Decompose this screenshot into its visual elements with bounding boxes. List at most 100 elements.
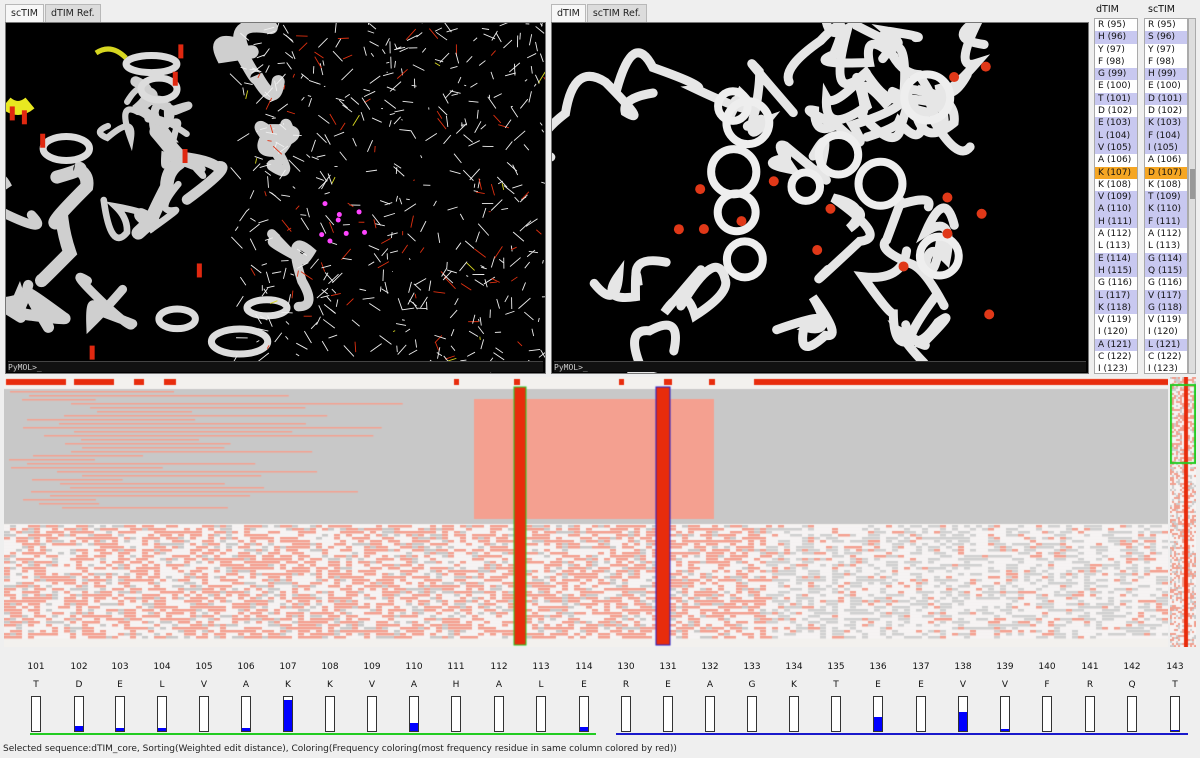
sctim-residue-item[interactable]: T (109) [1145,191,1187,204]
sctim-residue-item[interactable]: G (118) [1145,301,1187,315]
tab-dtim-ref[interactable]: dTIM Ref. [44,4,101,22]
sctim-residue-item[interactable]: D (101) [1145,92,1187,106]
right-structure-viewer[interactable]: PyMOL>_ [551,22,1089,374]
frequency-bar [1042,696,1052,732]
group1-underline [30,733,596,735]
sctim-residue-item[interactable]: F (111) [1145,215,1187,229]
frequency-bar-fill [75,725,83,731]
position-residue: E [117,680,123,690]
matrix-overview-minimap[interactable] [1170,377,1196,647]
dtim-residue-item[interactable]: Y (97) [1095,44,1137,56]
dtim-residue-item[interactable]: I (123) [1095,363,1137,373]
tab-sctim-ref[interactable]: scTIM Ref. [586,4,647,22]
sctim-residue-item[interactable]: L (113) [1145,240,1187,252]
dtim-residue-item[interactable]: G (99) [1095,68,1137,81]
sctim-residue-item[interactable]: K (110) [1145,203,1187,216]
dtim-residue-item[interactable]: R (95) [1095,19,1137,31]
frequency-bar [747,696,757,732]
position-residue: R [622,680,630,690]
sctim-residue-item[interactable]: C (122) [1145,351,1187,363]
sctim-residue-item[interactable]: S (96) [1145,31,1187,44]
sctim-residue-item[interactable]: V (119) [1145,314,1187,326]
position-number: 137 [912,662,930,672]
dtim-residue-item[interactable]: E (103) [1095,117,1137,130]
frequency-bar [705,696,715,732]
sctim-residue-list[interactable]: R (95) S (96) Y (97) F (98) H (99) E (100) D (… [1144,18,1188,374]
dtim-residue-item[interactable]: T (101) [1095,92,1137,106]
sctim-residue-item[interactable]: F (104) [1145,129,1187,142]
position-residue: G [748,680,756,690]
position-number: 109 [363,662,381,672]
position-residue: H [452,680,460,690]
dtim-residue-item[interactable]: A (121) [1095,338,1137,352]
dtim-residue-item[interactable]: L (113) [1095,240,1137,252]
dtim-residue-item[interactable]: A (106) [1095,154,1137,166]
scrollbar-thumb[interactable] [1190,169,1195,199]
sctim-residue-item[interactable]: F (98) [1145,56,1187,68]
sctim-residue-item[interactable]: L (121) [1145,338,1187,352]
sctim-residue-item[interactable]: A (112) [1145,228,1187,240]
dtim-residue-item[interactable]: I (120) [1095,326,1137,338]
frequency-bar [409,696,419,732]
dtim-residue-item[interactable]: V (109) [1095,191,1137,204]
right-pymol-prompt[interactable]: PyMOL>_ [554,361,1086,372]
sctim-residue-item[interactable]: D (102) [1145,105,1187,117]
frequency-bar [958,696,968,732]
frequency-bar [579,696,589,732]
dtim-residue-item[interactable]: K (118) [1095,301,1137,315]
tab-sctim[interactable]: scTIM [5,4,44,22]
frequency-bar [157,696,167,732]
dtim-residue-item[interactable]: D (102) [1095,105,1137,117]
dtim-residue-item[interactable]: V (105) [1095,141,1137,155]
position-number: 103 [111,662,129,672]
sctim-residue-item[interactable]: R (95) [1145,19,1187,31]
dtim-residue-item[interactable]: H (96) [1095,31,1137,44]
dtim-residue-item[interactable]: H (115) [1095,264,1137,278]
dtim-residue-item[interactable]: V (119) [1095,314,1137,326]
dtim-residue-item[interactable]: A (112) [1095,228,1137,240]
dtim-residue-item[interactable]: E (100) [1095,80,1137,92]
sctim-residue-item[interactable]: I (120) [1145,326,1187,338]
left-structure-viewer[interactable]: PyMOL>_ [5,22,546,374]
position-residue: E [665,680,671,690]
dtim-residue-item[interactable]: K (107) [1095,166,1137,179]
dtim-residue-item[interactable]: L (104) [1095,129,1137,142]
sctim-residue-item[interactable]: D (107) [1145,166,1187,179]
frequency-bar-fill [959,712,967,731]
sctim-residue-item[interactable]: K (103) [1145,117,1187,130]
sctim-residue-item[interactable]: V (117) [1145,289,1187,302]
sctim-residue-item[interactable]: A (106) [1145,154,1187,166]
sctim-residue-item[interactable]: K (108) [1145,179,1187,191]
frequency-bar [74,696,84,732]
alignment-matrix[interactable] [4,377,1168,647]
left-pymol-prompt[interactable]: PyMOL>_ [8,361,543,372]
sctim-residue-item[interactable]: Q (115) [1145,264,1187,278]
position-residue: T [33,680,39,690]
dtim-residue-item[interactable]: F (98) [1095,56,1137,68]
dtim-residue-item[interactable]: A (110) [1095,203,1137,216]
position-residue: K [791,680,797,690]
sctim-residue-item[interactable]: I (123) [1145,363,1187,373]
position-number: 131 [659,662,677,672]
sctim-residue-item[interactable]: I (105) [1145,141,1187,155]
sctim-residue-item[interactable]: E (100) [1145,80,1187,92]
dtim-residue-item[interactable]: K (108) [1095,179,1137,191]
dtim-residue-item[interactable]: H (111) [1095,215,1137,229]
position-number: 107 [279,662,297,672]
dtim-residue-item[interactable]: L (117) [1095,289,1137,302]
position-number: 134 [785,662,803,672]
sctim-residue-item[interactable]: G (116) [1145,277,1187,289]
sctim-residue-item[interactable]: G (114) [1145,252,1187,265]
dtim-residue-item[interactable]: G (116) [1095,277,1137,289]
residue-list-scrollbar[interactable] [1188,18,1196,374]
position-number: 130 [617,662,635,672]
tab-dtim[interactable]: dTIM [551,4,586,22]
position-number: 108 [321,662,339,672]
position-number: 133 [743,662,761,672]
frequency-bar-fill [158,728,166,731]
sctim-residue-item[interactable]: H (99) [1145,68,1187,81]
dtim-residue-item[interactable]: E (114) [1095,252,1137,265]
sctim-residue-item[interactable]: Y (97) [1145,44,1187,56]
dtim-residue-item[interactable]: C (122) [1095,351,1137,363]
dtim-residue-list[interactable]: R (95) H (96) Y (97) F (98) G (99) E (100) T (… [1094,18,1138,374]
